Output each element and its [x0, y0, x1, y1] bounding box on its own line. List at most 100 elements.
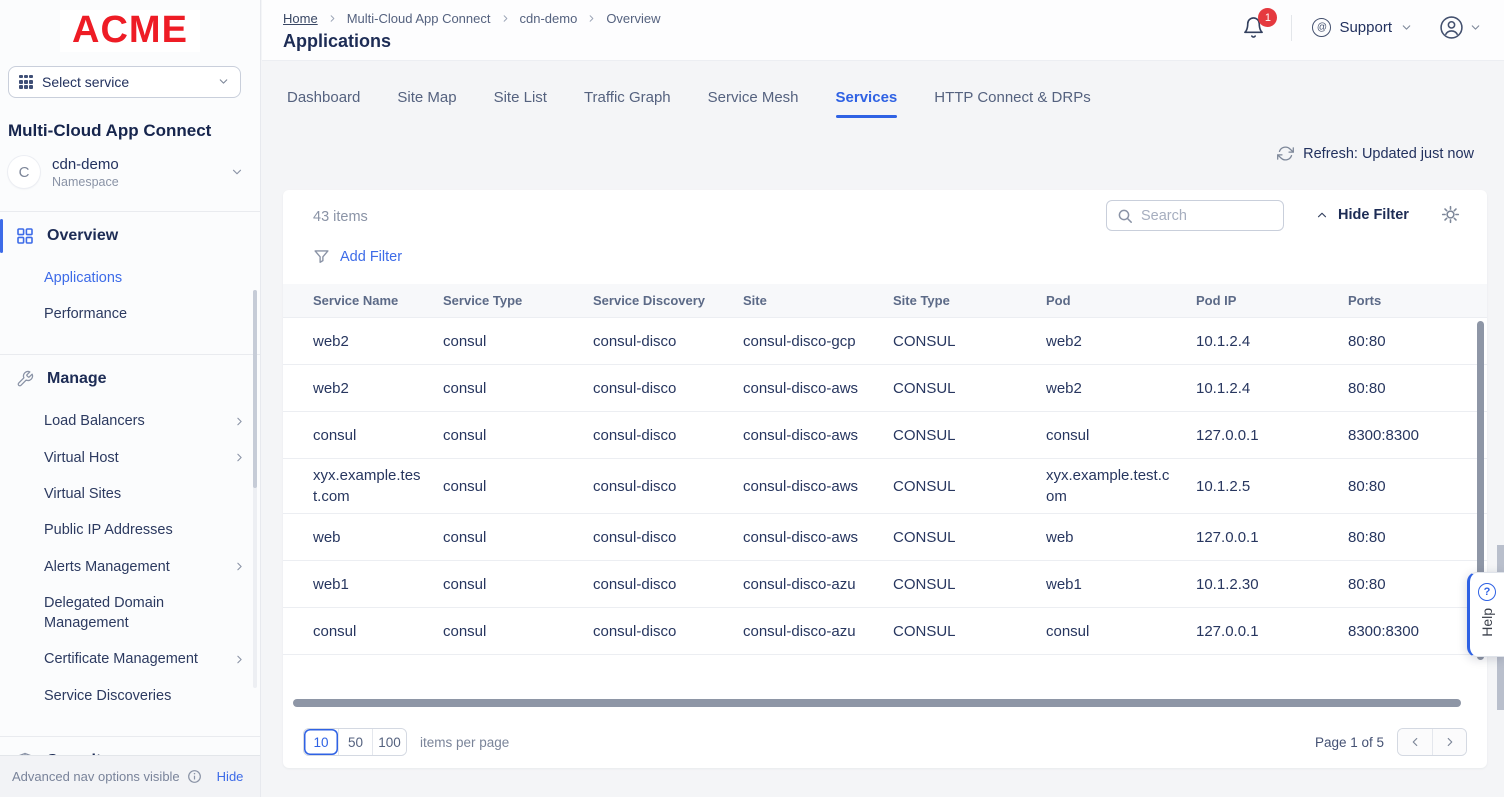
page-size-50[interactable]: 50: [338, 729, 372, 755]
next-page-button[interactable]: [1432, 729, 1466, 755]
table-toolbar: 43 items Hide Filter: [283, 190, 1487, 284]
table-row[interactable]: web2consulconsul-discoconsul-disco-awsCO…: [283, 365, 1487, 412]
table-cell: consul: [443, 378, 593, 399]
add-filter-button[interactable]: Add Filter: [313, 248, 402, 265]
sidebar-item-public-ip-addresses[interactable]: Public IP Addresses: [0, 512, 260, 548]
table-cell: web2: [313, 331, 443, 352]
table-cell: consul-disco-aws: [743, 527, 893, 548]
account-icon: [1439, 15, 1464, 40]
sidebar-item-applications[interactable]: Applications: [0, 260, 260, 296]
acme-logo[interactable]: ACME: [60, 10, 200, 52]
support-menu[interactable]: @ Support: [1312, 18, 1413, 37]
table-cell: CONSUL: [893, 621, 1046, 642]
advanced-nav-text: Advanced nav options visible: [12, 769, 180, 784]
namespace-selector[interactable]: C cdn-demo Namespace: [8, 156, 252, 189]
account-menu[interactable]: [1439, 15, 1482, 40]
sidebar-item-performance[interactable]: Performance: [0, 296, 260, 332]
breadcrumb-item-cdn-demo[interactable]: cdn-demo: [520, 11, 578, 26]
table-settings-button[interactable]: [1441, 205, 1460, 224]
info-icon: [187, 769, 202, 784]
sidebar-item-delegated-domain-management[interactable]: Delegated Domain Management: [0, 585, 260, 642]
sidebar-item-alerts-management[interactable]: Alerts Management: [0, 549, 260, 585]
sidebar-item-virtual-sites[interactable]: Virtual Sites: [0, 476, 260, 512]
table-cell: web2: [1046, 331, 1196, 352]
breadcrumb-item-home[interactable]: Home: [283, 11, 318, 26]
sidebar-section-manage[interactable]: Manage: [0, 355, 260, 403]
table-cell: consul: [443, 527, 593, 548]
chevron-down-icon: [217, 75, 230, 88]
hide-filter-toggle[interactable]: Hide Filter: [1315, 207, 1409, 223]
table-cell: consul-disco: [593, 476, 743, 497]
column-header-site: Site: [743, 293, 893, 308]
table-row[interactable]: web2consulconsul-discoconsul-disco-gcpCO…: [283, 318, 1487, 365]
sidebar-item-label: Delegated Domain Management: [44, 593, 214, 634]
table-cell: consul: [1046, 425, 1196, 446]
sidebar-item-certificate-management[interactable]: Certificate Management: [0, 641, 260, 677]
tab-dashboard[interactable]: Dashboard: [287, 89, 360, 118]
tab-site-map[interactable]: Site Map: [397, 89, 456, 118]
support-label: Support: [1339, 19, 1392, 36]
help-tab[interactable]: ? Help: [1467, 572, 1504, 657]
table-cell: 10.1.2.30: [1196, 574, 1348, 595]
table-row[interactable]: webconsulconsul-discoconsul-disco-awsCON…: [283, 514, 1487, 561]
tab-site-list[interactable]: Site List: [494, 89, 547, 118]
sidebar-item-label: Load Balancers: [44, 411, 145, 431]
search-box: [1106, 200, 1284, 231]
table-cell: consul-disco-aws: [743, 425, 893, 446]
search-input[interactable]: [1141, 208, 1273, 224]
previous-page-button[interactable]: [1398, 729, 1432, 755]
table-cell: consul: [443, 331, 593, 352]
main-content: Home Multi-Cloud App Connect cdn-demo Overv…: [262, 0, 1504, 797]
table-cell: consul: [443, 476, 593, 497]
page-size-10[interactable]: 10: [304, 729, 338, 755]
table-row[interactable]: consulconsulconsul-discoconsul-disco-aws…: [283, 412, 1487, 459]
chevron-right-icon: [233, 560, 246, 573]
horizontal-scrollbar[interactable]: [293, 699, 1461, 707]
tab-services[interactable]: Services: [836, 89, 898, 118]
breadcrumb-item-overview[interactable]: Overview: [606, 11, 660, 26]
table-cell: consul-disco-aws: [743, 476, 893, 497]
notifications-button[interactable]: 1: [1236, 14, 1271, 41]
tab-http-connect-drps[interactable]: HTTP Connect & DRPs: [934, 89, 1090, 118]
table-cell: web: [1046, 527, 1196, 548]
column-header-pod-ip: Pod IP: [1196, 293, 1348, 308]
page-size-group: 1050100: [303, 728, 407, 756]
table-cell: consul: [443, 574, 593, 595]
tab-bar: Dashboard Site Map Site List Traffic Graph S…: [262, 61, 1504, 118]
breadcrumb-item-multi-cloud-app-connect[interactable]: Multi-Cloud App Connect: [347, 11, 491, 26]
notification-badge: 1: [1258, 8, 1277, 27]
table-cell: consul-disco: [593, 527, 743, 548]
table-cell: 80:80: [1348, 527, 1487, 548]
hide-nav-link[interactable]: Hide: [217, 769, 244, 784]
sidebar-item-label: Certificate Management: [44, 649, 198, 669]
section-label: Overview: [47, 227, 118, 245]
sidebar-section-overview[interactable]: Overview: [0, 212, 260, 260]
table-row[interactable]: consulconsulconsul-discoconsul-disco-azu…: [283, 608, 1487, 655]
product-title: Multi-Cloud App Connect: [8, 121, 252, 141]
section-label: Manage: [47, 370, 107, 388]
page-size-100[interactable]: 100: [372, 729, 406, 755]
divider: [1291, 15, 1292, 41]
funnel-icon: [313, 248, 330, 265]
overview-items: ApplicationsPerformance: [0, 260, 260, 333]
sidebar-item-load-balancers[interactable]: Load Balancers: [0, 403, 260, 439]
sidebar-item-virtual-host[interactable]: Virtual Host: [0, 440, 260, 476]
table-cell: 10.1.2.4: [1196, 331, 1348, 352]
refresh-control[interactable]: Refresh: Updated just now: [262, 118, 1504, 162]
table-cell: web2: [313, 378, 443, 399]
table-cell: web2: [1046, 378, 1196, 399]
table-row[interactable]: web1consulconsul-discoconsul-disco-azuCO…: [283, 561, 1487, 608]
tab-service-mesh[interactable]: Service Mesh: [708, 89, 799, 118]
sidebar-item-label: Virtual Host: [44, 448, 119, 468]
table-row[interactable]: xyx.example.test.comconsulconsul-discoco…: [283, 459, 1487, 514]
table-cell: 8300:8300: [1348, 425, 1487, 446]
items-per-page-label: items per page: [420, 735, 509, 750]
chevron-right-icon: [233, 451, 246, 464]
tab-traffic-graph[interactable]: Traffic Graph: [584, 89, 671, 118]
manage-items: Load Balancers Virtual Host Virtual SitesP…: [0, 403, 260, 714]
logo-container: ACME: [0, 0, 260, 58]
service-picker[interactable]: Select service: [8, 66, 241, 98]
sidebar-item-service-discoveries[interactable]: Service Discoveries: [0, 678, 260, 714]
table-cell: 127.0.0.1: [1196, 425, 1348, 446]
sidebar-scrollbar[interactable]: [253, 290, 257, 688]
